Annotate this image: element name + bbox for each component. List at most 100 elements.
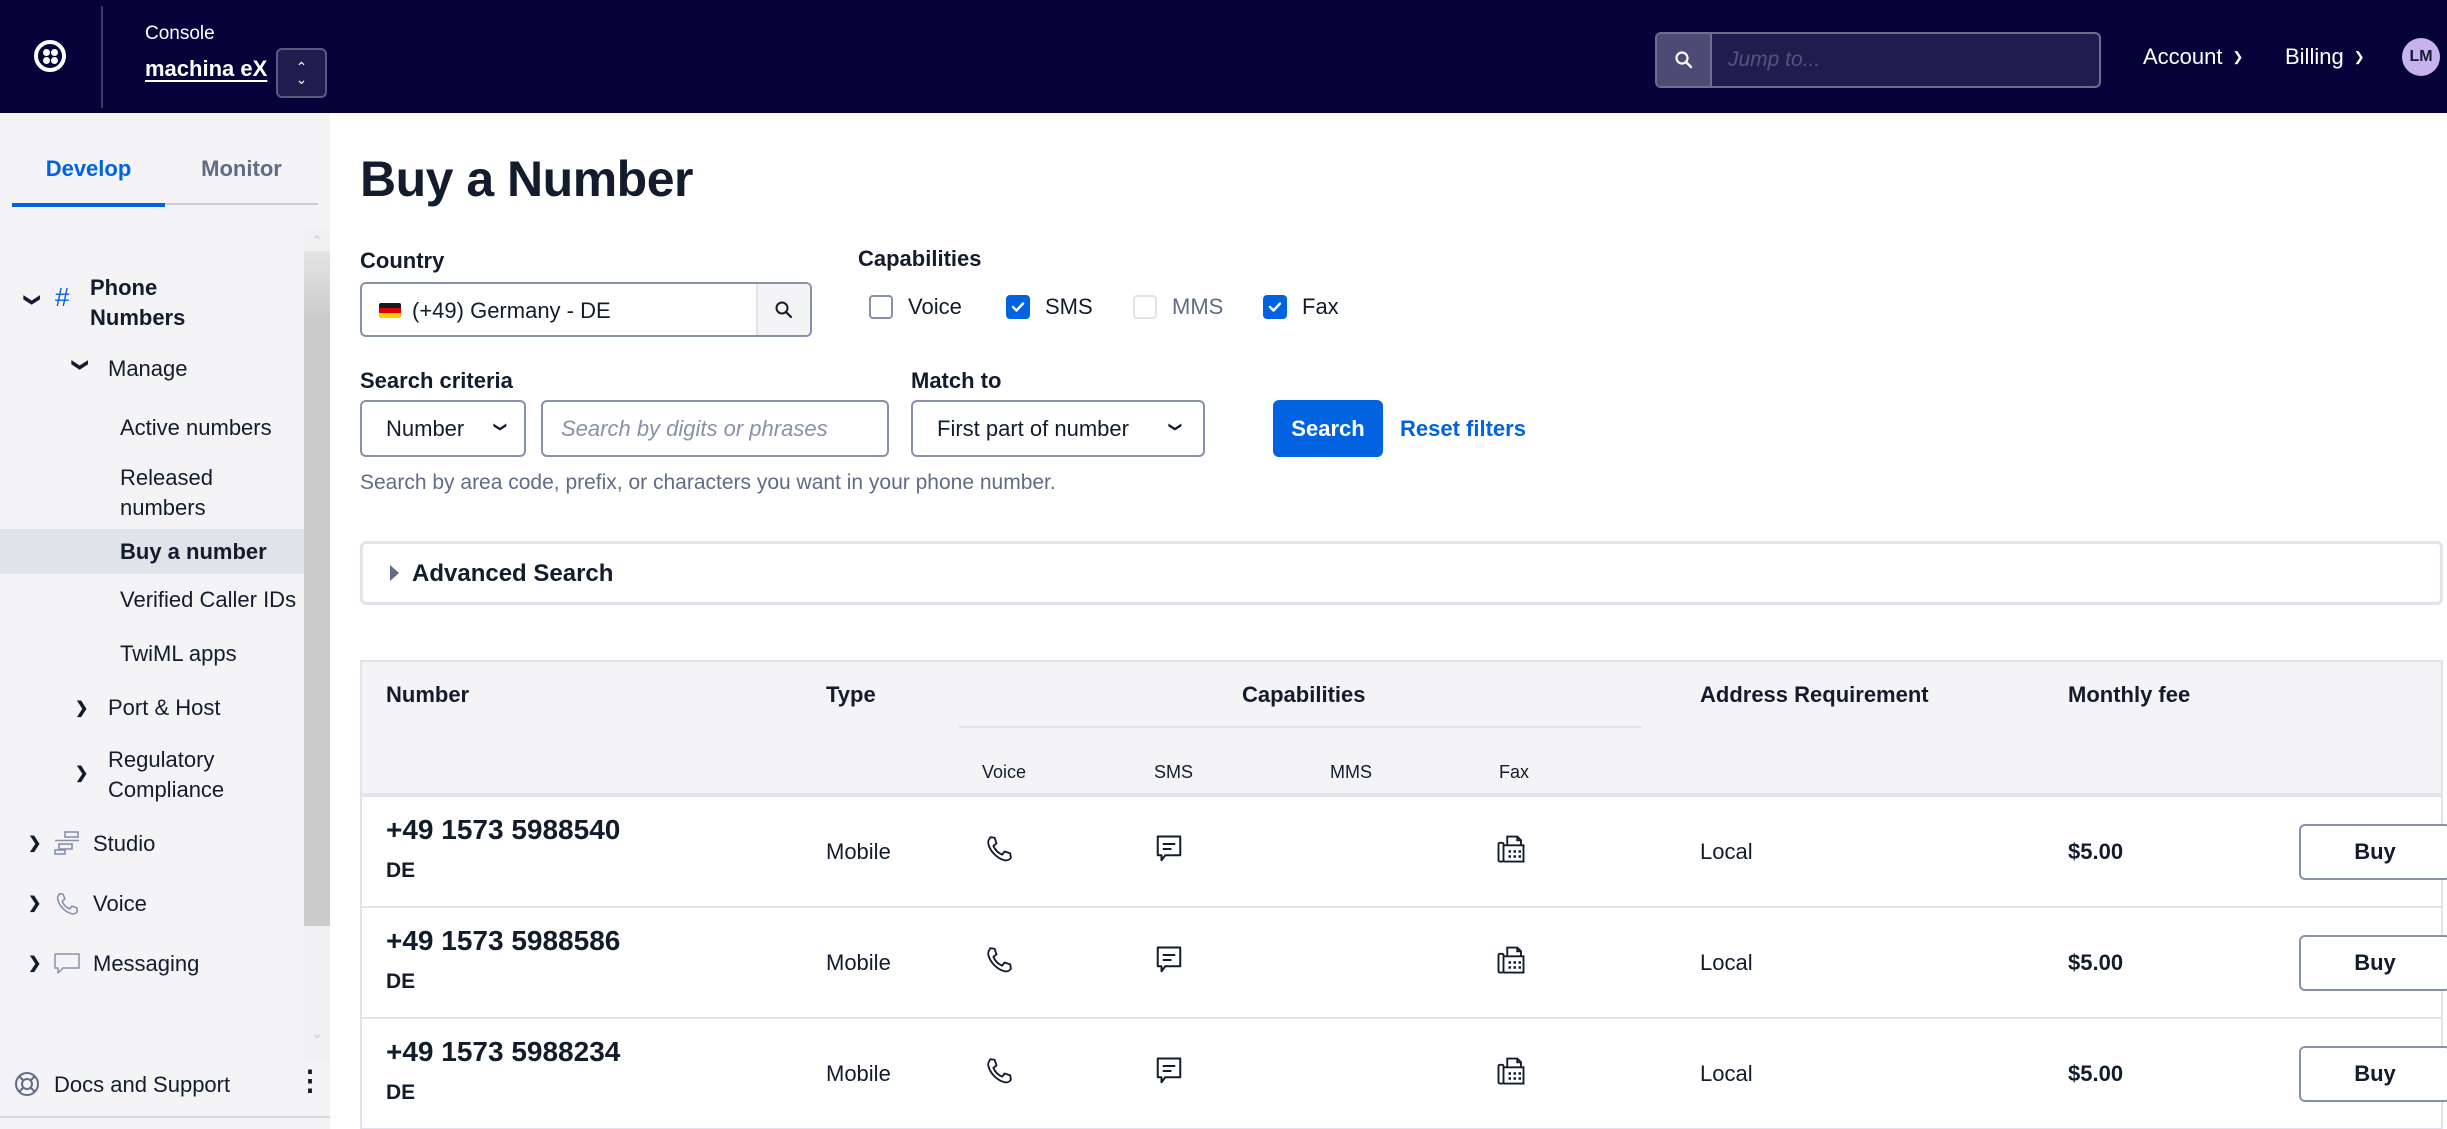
country-code: DE	[386, 859, 416, 882]
sidebar-tabs: Develop Monitor	[12, 153, 318, 207]
sidebar-item-studio[interactable]: ❯ Studio	[0, 821, 304, 871]
search-digits-input[interactable]	[541, 400, 889, 457]
voice-capability-icon	[987, 947, 1012, 973]
country-code: DE	[386, 1081, 416, 1104]
sidebar-item-regulatory-compliance[interactable]: ❯ Regulatory Compliance	[0, 741, 304, 811]
sidebar: Develop Monitor ⌃ ⌄ ❯ # Phone Numbers ❯ …	[0, 113, 330, 1129]
console-label: Console	[145, 23, 215, 44]
country-label: Country	[360, 248, 445, 273]
checkbox-label: Voice	[908, 294, 962, 319]
capability-sms-checkbox[interactable]: SMS	[1006, 294, 1093, 320]
sidebar-item-verified-caller-ids[interactable]: Verified Caller IDs	[0, 577, 304, 627]
advanced-search-toggle[interactable]: Advanced Search	[360, 541, 2443, 605]
jump-to-input[interactable]	[1714, 34, 2099, 86]
chevron-down-icon: ❯	[2353, 49, 2365, 64]
sidebar-item-manage[interactable]: ❯ Manage	[0, 351, 304, 391]
sidebar-item-label: Active numbers	[120, 415, 272, 440]
chevron-down-icon: ⌄	[295, 71, 308, 87]
column-header-fax: Fax	[1499, 762, 1530, 782]
studio-icon	[54, 831, 79, 855]
table-row: +49 1573 5988540 DE Mobile Local $5.00 B…	[362, 797, 2447, 908]
chevron-right-icon: ❯	[28, 835, 42, 852]
account-switcher-button[interactable]: ⌃ ⌄	[276, 48, 327, 98]
reset-filters-link[interactable]: Reset filters	[1400, 416, 1526, 442]
column-header-sms: SMS	[1154, 762, 1194, 782]
tab-develop[interactable]: Develop	[12, 153, 165, 207]
user-avatar[interactable]: LM	[2402, 38, 2440, 76]
match-to-label: Match to	[911, 368, 1002, 393]
search-help-text: Search by area code, prefix, or characte…	[360, 471, 1056, 494]
jump-to-search[interactable]	[1655, 32, 2101, 88]
monthly-fee: $5.00	[2068, 1061, 2124, 1086]
billing-menu[interactable]: Billing ❯	[2285, 44, 2365, 70]
sidebar-item-messaging[interactable]: ❯ Messaging	[0, 941, 304, 991]
buy-button[interactable]: Buy	[2299, 824, 2447, 880]
search-icon[interactable]	[1657, 34, 1712, 86]
sidebar-item-label: Phone Numbers	[90, 275, 186, 330]
sidebar-item-label: TwiML apps	[120, 641, 237, 666]
chevron-down-icon: ❯	[71, 358, 89, 372]
chevron-down-icon: ❯	[2232, 49, 2244, 64]
country-value: (+49) Germany - DE	[412, 298, 611, 323]
table-row: +49 1573 5988586 DE Mobile Local $5.00 B…	[362, 908, 2447, 1019]
checkbox-unchecked[interactable]	[869, 295, 893, 319]
lifebuoy-icon	[15, 1072, 39, 1096]
column-header-voice: Voice	[982, 762, 1027, 782]
country-search-button[interactable]	[756, 284, 810, 335]
account-name-link[interactable]: machina eX	[145, 56, 267, 82]
chevron-right-icon: ❯	[28, 895, 42, 912]
capabilities-header-divider	[959, 726, 1642, 728]
sidebar-item-label: Verified Caller IDs	[120, 587, 297, 612]
sidebar-item-released-numbers[interactable]: Released numbers	[0, 456, 304, 526]
checkbox-disabled[interactable]	[1133, 295, 1157, 319]
sidebar-item-label: Voice	[93, 891, 147, 916]
sidebar-item-twiml-apps[interactable]: TwiML apps	[0, 631, 304, 681]
table-row: +49 1573 5988234 DE Mobile Local $5.00 B…	[362, 1019, 2447, 1129]
match-to-select[interactable]: First part of number ❯	[911, 400, 1205, 457]
billing-menu-label: Billing	[2285, 44, 2344, 69]
page-title: Buy a Number	[360, 151, 693, 207]
tab-monitor[interactable]: Monitor	[165, 153, 318, 205]
sidebar-item-voice[interactable]: ❯ Voice	[0, 881, 304, 931]
chevron-right-icon: ❯	[28, 955, 42, 972]
sidebar-item-label: Buy a number	[120, 539, 267, 564]
sidebar-item-buy-a-number[interactable]: Buy a number	[0, 529, 304, 574]
checkmark-icon	[1268, 302, 1282, 312]
capability-voice-checkbox[interactable]: Voice	[869, 294, 962, 320]
search-criteria-select[interactable]: Number ❯	[360, 400, 526, 457]
capability-fax-checkbox[interactable]: Fax	[1263, 294, 1339, 320]
capabilities-label: Capabilities	[858, 246, 982, 271]
buy-button[interactable]: Buy	[2299, 935, 2447, 991]
fax-capability-icon	[1497, 835, 1525, 863]
sidebar-item-port-host[interactable]: ❯ Port & Host	[0, 685, 304, 735]
scroll-down-arrow-icon[interactable]: ⌄	[308, 1026, 326, 1042]
country-select[interactable]: (+49) Germany - DE	[360, 282, 812, 337]
account-menu[interactable]: Account ❯	[2143, 44, 2243, 70]
checkbox-checked[interactable]	[1263, 295, 1287, 319]
sms-capability-icon	[1156, 1057, 1182, 1084]
twilio-logo-icon[interactable]	[34, 40, 66, 72]
message-icon	[54, 953, 80, 974]
phone-number: +49 1573 5988234	[386, 1036, 621, 1067]
docs-and-support[interactable]: Docs and Support ⋮	[0, 1061, 330, 1121]
monthly-fee: $5.00	[2068, 839, 2124, 864]
scroll-up-arrow-icon[interactable]: ⌃	[308, 233, 326, 249]
account-menu-label: Account	[2143, 44, 2223, 69]
search-button[interactable]: Search	[1273, 400, 1383, 457]
fax-capability-icon	[1497, 1057, 1525, 1085]
address-requirement: Local	[1700, 839, 1753, 864]
address-requirement: Local	[1700, 950, 1753, 975]
sidebar-item-phone-numbers[interactable]: ❯ # Phone Numbers	[0, 273, 304, 343]
checkbox-checked[interactable]	[1006, 295, 1030, 319]
sidebar-item-active-numbers[interactable]: Active numbers	[0, 403, 304, 453]
buy-button[interactable]: Buy	[2299, 1046, 2447, 1102]
sidebar-nav: ⌃ ⌄ ❯ # Phone Numbers ❯ Manage Active nu…	[0, 231, 330, 1061]
more-options-icon[interactable]: ⋮	[296, 1067, 324, 1095]
monthly-fee: $5.00	[2068, 950, 2124, 975]
scrollbar-thumb[interactable]	[304, 251, 330, 926]
column-header-monthly-fee: Monthly fee	[2068, 682, 2191, 707]
sidebar-item-label: Studio	[93, 831, 156, 856]
capability-mms-checkbox[interactable]: MMS	[1133, 294, 1223, 320]
search-criteria-label: Search criteria	[360, 368, 513, 393]
numbers-table: Number Type Capabilities Voice SMS MMS F…	[360, 660, 2447, 1129]
